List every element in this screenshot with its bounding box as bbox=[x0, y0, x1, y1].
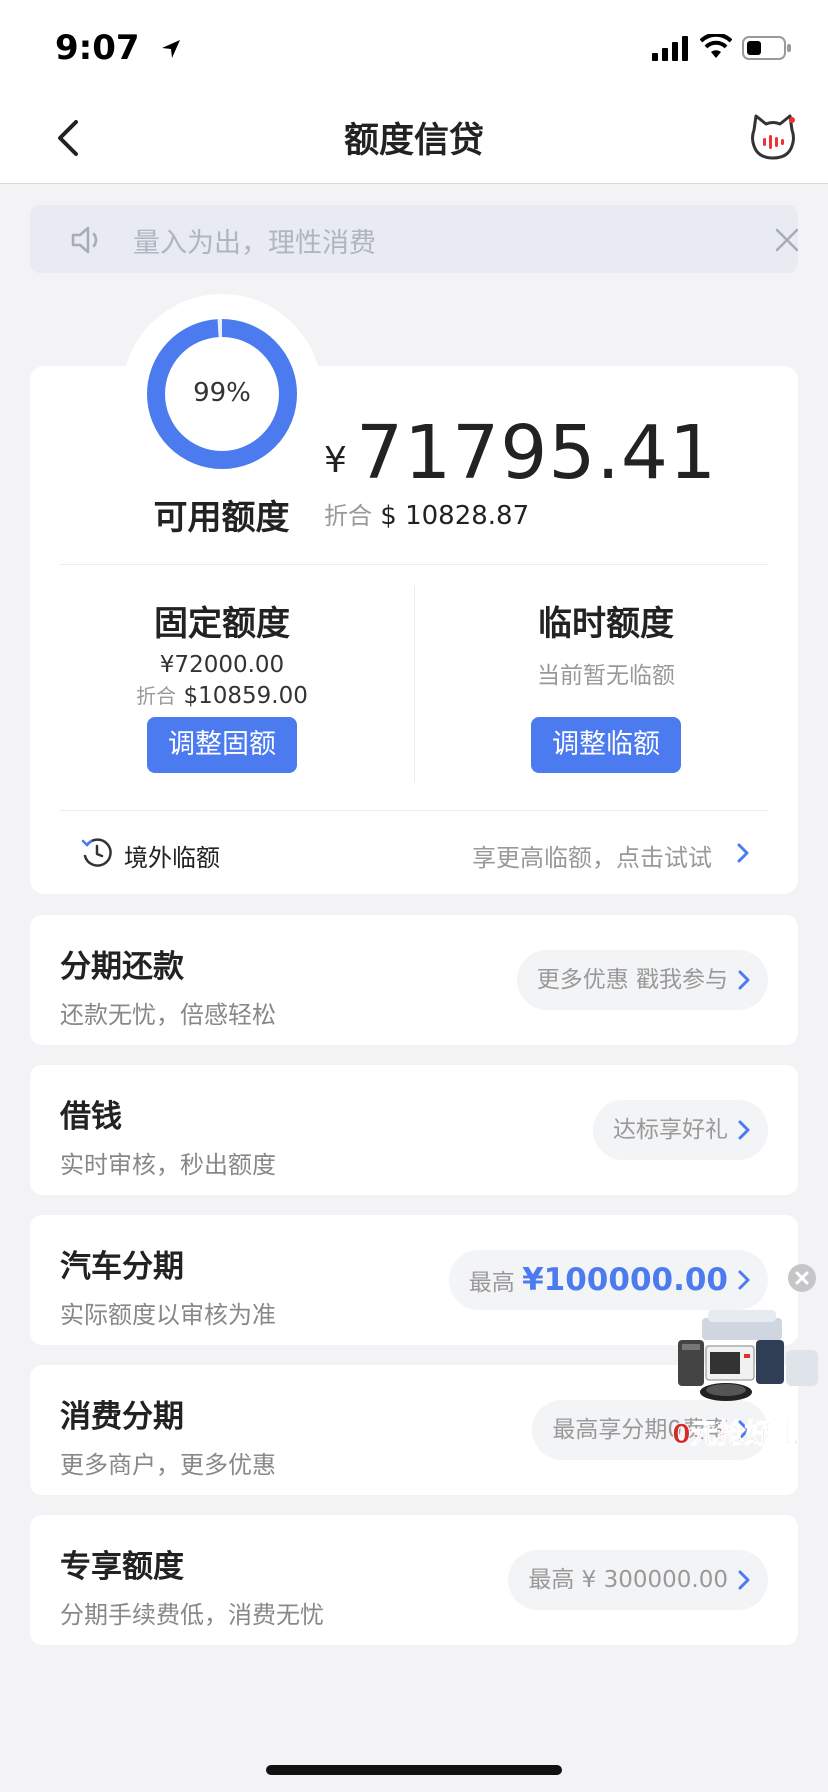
available-credit-label: 可用额度 bbox=[153, 498, 290, 538]
promo-pill[interactable]: 最高 ¥ 300000.00 bbox=[508, 1550, 768, 1610]
divider bbox=[60, 564, 768, 565]
notice-banner: 量入为出，理性消费 bbox=[30, 205, 800, 273]
list-item-borrow-money[interactable]: 借钱 实时审核，秒出额度 达标享好礼 bbox=[30, 1065, 798, 1195]
currency-symbol: ¥ bbox=[324, 440, 347, 481]
list-item-title: 消费分期 bbox=[60, 1399, 184, 1435]
close-icon bbox=[795, 1271, 809, 1285]
notice-text: 量入为出，理性消费 bbox=[133, 228, 376, 259]
abroad-credit-label[interactable]: 境外临额 bbox=[124, 838, 220, 873]
navigation-bar: 额度信贷 bbox=[0, 92, 828, 184]
divider bbox=[60, 810, 768, 811]
chevron-right-icon bbox=[738, 1570, 750, 1590]
chevron-right-icon bbox=[738, 970, 750, 990]
list-item-subtitle: 实际额度以审核为准 bbox=[60, 1301, 276, 1329]
list-item-exclusive-credit[interactable]: 专享额度 分期手续费低，消费无忧 最高 ¥ 300000.00 bbox=[30, 1515, 798, 1645]
list-item-subtitle: 还款无忧，倍感轻松 bbox=[60, 1001, 276, 1029]
list-item-subtitle: 分期手续费低，消费无忧 bbox=[60, 1601, 324, 1629]
promo-pill[interactable]: 达标享好礼 bbox=[593, 1100, 768, 1160]
cellular-signal-icon bbox=[652, 36, 688, 61]
promo-pill-text: 达标享好礼 bbox=[613, 1117, 728, 1143]
list-item-installment-repayment[interactable]: 分期还款 还款无忧，倍感轻松 更多优惠 戳我参与 bbox=[30, 915, 798, 1045]
temporary-credit-status: 当前暂无临额 bbox=[537, 663, 675, 689]
fixed-credit-converted: 折合 $10859.00 bbox=[60, 680, 384, 709]
close-icon[interactable] bbox=[774, 227, 800, 253]
chevron-right-icon bbox=[738, 1120, 750, 1140]
fixed-credit-amount: ¥72000.00 bbox=[159, 652, 285, 678]
wifi-icon bbox=[700, 34, 732, 58]
status-time: 9:07 bbox=[55, 28, 140, 68]
customer-service-cat-icon[interactable] bbox=[748, 112, 798, 162]
location-arrow-icon bbox=[162, 40, 180, 58]
converted-value: $ 10828.87 bbox=[380, 501, 530, 531]
promo-pill[interactable]: 最高 ¥100000.00 bbox=[448, 1250, 768, 1310]
gift-products-image[interactable] bbox=[672, 1310, 822, 1408]
chevron-right-icon bbox=[738, 1270, 750, 1290]
list-item-subtitle: 更多商户，更多优惠 bbox=[60, 1451, 276, 1479]
adjust-fixed-credit-button[interactable]: 调整固额 bbox=[147, 717, 297, 773]
converted-prefix: 折合 bbox=[324, 502, 372, 530]
list-item-title: 分期还款 bbox=[60, 949, 184, 985]
list-item-title: 专享额度 bbox=[60, 1549, 184, 1585]
clock-refresh-icon bbox=[81, 838, 112, 867]
speaker-icon bbox=[71, 226, 98, 254]
chevron-right-icon[interactable] bbox=[736, 842, 750, 864]
promo-pill-highlight: ¥100000.00 bbox=[522, 1262, 728, 1298]
converted-amount: 折合 $ 10828.87 bbox=[324, 496, 529, 531]
available-amount: 71795.41 bbox=[356, 410, 718, 496]
temporary-credit-title: 临时额度 bbox=[538, 604, 674, 644]
usage-percent: 99% bbox=[193, 378, 251, 408]
promo-pill[interactable]: 更多优惠 戳我参与 bbox=[516, 950, 768, 1010]
fixed-converted-value: $10859.00 bbox=[183, 683, 308, 709]
temporary-credit-section: 临时额度 当前暂无临额 bbox=[444, 596, 768, 690]
fixed-credit-title: 固定额度 bbox=[154, 604, 290, 644]
promo-pill-prefix: 最高 bbox=[468, 1270, 515, 1296]
ad-close-button[interactable] bbox=[788, 1264, 816, 1292]
list-item-title: 借钱 bbox=[60, 1099, 122, 1135]
list-item-subtitle: 实时审核，秒出额度 bbox=[60, 1151, 276, 1179]
battery-icon bbox=[742, 36, 791, 60]
ad-text[interactable]: 0元抢好礼 bbox=[672, 1412, 800, 1451]
status-bar: 9:07 bbox=[0, 0, 828, 92]
promo-pill-text: 最高 ¥ 300000.00 bbox=[528, 1567, 728, 1593]
home-indicator bbox=[266, 1765, 562, 1775]
fixed-converted-prefix: 折合 bbox=[136, 684, 177, 708]
divider-vertical bbox=[414, 586, 415, 782]
page-title: 额度信贷 bbox=[343, 121, 484, 161]
adjust-temporary-credit-button[interactable]: 调整临额 bbox=[531, 717, 681, 773]
fixed-credit-section: 固定额度 ¥72000.00 折合 $10859.00 bbox=[60, 596, 384, 709]
promo-pill-text: 更多优惠 戳我参与 bbox=[536, 967, 728, 993]
abroad-credit-hint[interactable]: 享更高临额，点击试试 bbox=[472, 838, 712, 873]
list-item-title: 汽车分期 bbox=[60, 1249, 184, 1285]
